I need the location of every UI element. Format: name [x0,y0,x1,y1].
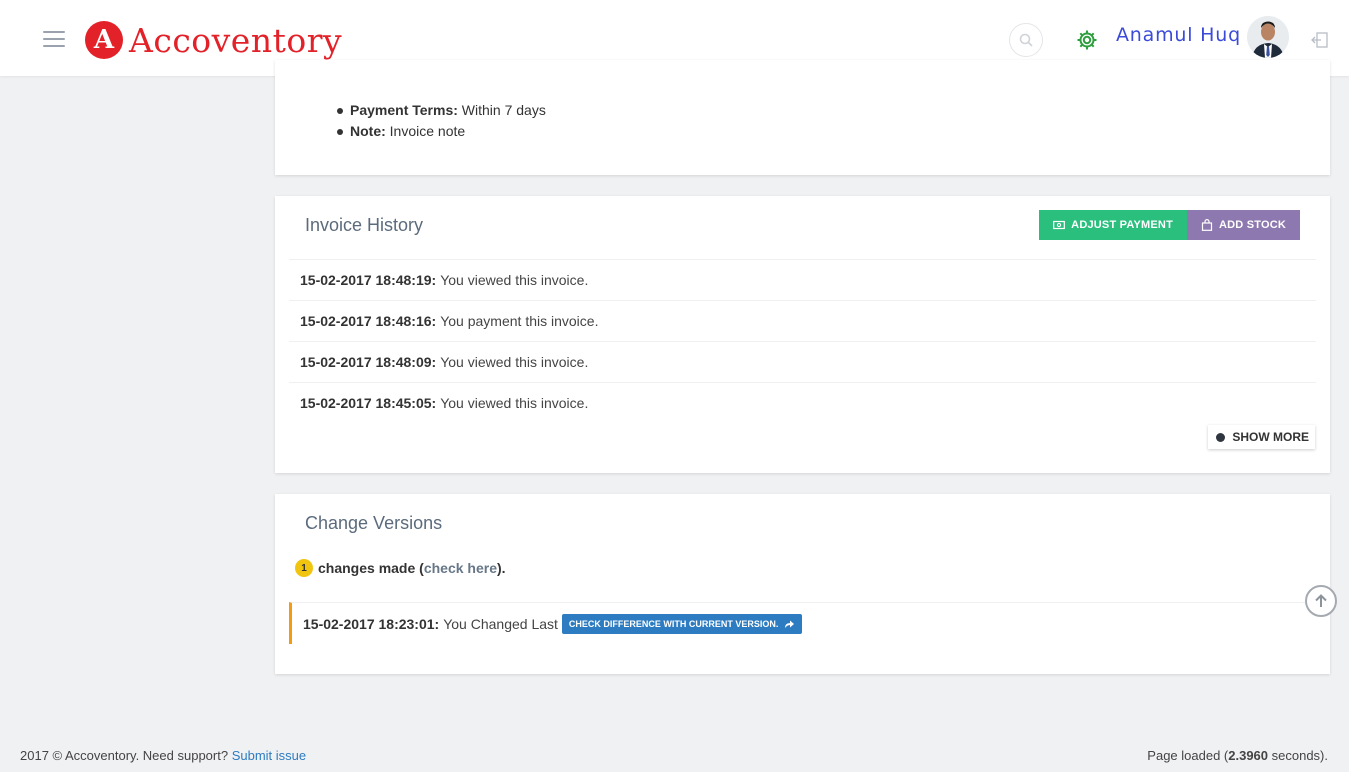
changes-prefix: changes made ( [318,560,424,576]
history-actions: ADJUST PAYMENT ADD STOCK [1039,210,1300,240]
load-time: 2.3960 [1228,748,1269,763]
dot-icon [1216,432,1226,442]
show-more-button[interactable]: SHOW MORE [1208,425,1315,449]
terms-label: Payment Terms: [350,102,458,118]
invoice-terms-list: Payment Terms: Within 7 days Note: Invoi… [337,100,546,142]
note-value: Invoice note [389,123,466,139]
version-timestamp: 15-02-2017 18:23:01: [303,615,440,632]
invoice-history-title: Invoice History [305,215,424,235]
logo-text: Accoventory [129,20,343,60]
list-item: Payment Terms: Within 7 days [337,100,546,121]
history-text: You viewed this invoice. [440,395,589,411]
history-text: You payment this invoice. [440,313,599,329]
invoice-history-list: 15-02-2017 18:48:19: You viewed this invo… [289,259,1316,423]
share-arrow-icon [785,620,795,628]
version-text: You Changed Last [443,615,558,632]
changes-summary: 1 changes made ( check here ). [295,559,506,577]
arrow-up-icon [1315,594,1327,607]
search-icon [1019,33,1033,47]
adjust-payment-button[interactable]: ADJUST PAYMENT [1039,210,1187,240]
history-timestamp: 15-02-2017 18:48:19: [300,272,437,288]
scroll-to-top-button[interactable] [1305,585,1337,617]
change-versions-title: Change Versions [305,513,443,533]
changes-suffix: ). [497,560,506,576]
change-versions-card: Change Versions 1 changes made ( check h… [275,494,1330,674]
list-item: Note: Invoice note [337,121,546,142]
avatar[interactable] [1247,16,1289,58]
history-text: You viewed this invoice. [440,354,589,370]
logo-mark: A [85,21,123,59]
changes-count-badge: 1 [295,559,313,577]
load-suffix: seconds). [1268,748,1328,763]
check-difference-label: CHECK DIFFERENCE WITH CURRENT VERSION. [568,618,779,629]
version-row: 15-02-2017 18:23:01: You Changed Last CH… [289,602,1316,644]
history-text: You viewed this invoice. [440,272,589,288]
load-prefix: Page loaded ( [1147,748,1229,763]
copyright-text: 2017 © Accoventory. Need support? [20,748,229,763]
show-more-label: SHOW MORE [1232,430,1309,444]
history-timestamp: 15-02-2017 18:48:09: [300,354,437,370]
history-row: 15-02-2017 18:48:19: You viewed this invo… [289,259,1316,300]
logout-icon[interactable] [1311,31,1329,49]
search-button[interactable] [1009,23,1043,57]
note-label: Note: [350,123,386,139]
history-timestamp: 15-02-2017 18:45:05: [300,395,437,411]
history-timestamp: 15-02-2017 18:48:16: [300,313,437,329]
invoice-terms-card: Payment Terms: Within 7 days Note: Invoi… [275,60,1330,175]
submit-issue-link[interactable]: Submit issue [232,748,306,763]
footer-page-load: Page loaded (2.3960 seconds). [1147,748,1328,763]
gear-icon[interactable] [1075,28,1099,52]
app-logo[interactable]: A Accoventory [85,16,342,64]
adjust-payment-label: ADJUST PAYMENT [1071,219,1173,231]
check-here-link[interactable]: check here [424,560,497,576]
shopping-bag-icon [1201,219,1213,231]
terms-value: Within 7 days [461,102,546,118]
add-stock-label: ADD STOCK [1219,219,1286,231]
history-row: 15-02-2017 18:48:09: You viewed this invo… [289,341,1316,382]
user-name[interactable]: Anamul Huq [1116,24,1241,46]
footer-copyright: 2017 © Accoventory. Need support? Submit… [20,748,306,763]
history-row: 15-02-2017 18:48:16: You payment this inv… [289,300,1316,341]
money-icon [1053,220,1066,230]
hamburger-menu-icon[interactable] [43,31,65,47]
check-difference-button[interactable]: CHECK DIFFERENCE WITH CURRENT VERSION. [561,613,803,634]
invoice-history-card: Invoice History ADJUST PAYMENT ADD STOCK… [275,196,1330,473]
history-row: 15-02-2017 18:45:05: You viewed this invo… [289,382,1316,423]
add-stock-button[interactable]: ADD STOCK [1187,210,1300,240]
